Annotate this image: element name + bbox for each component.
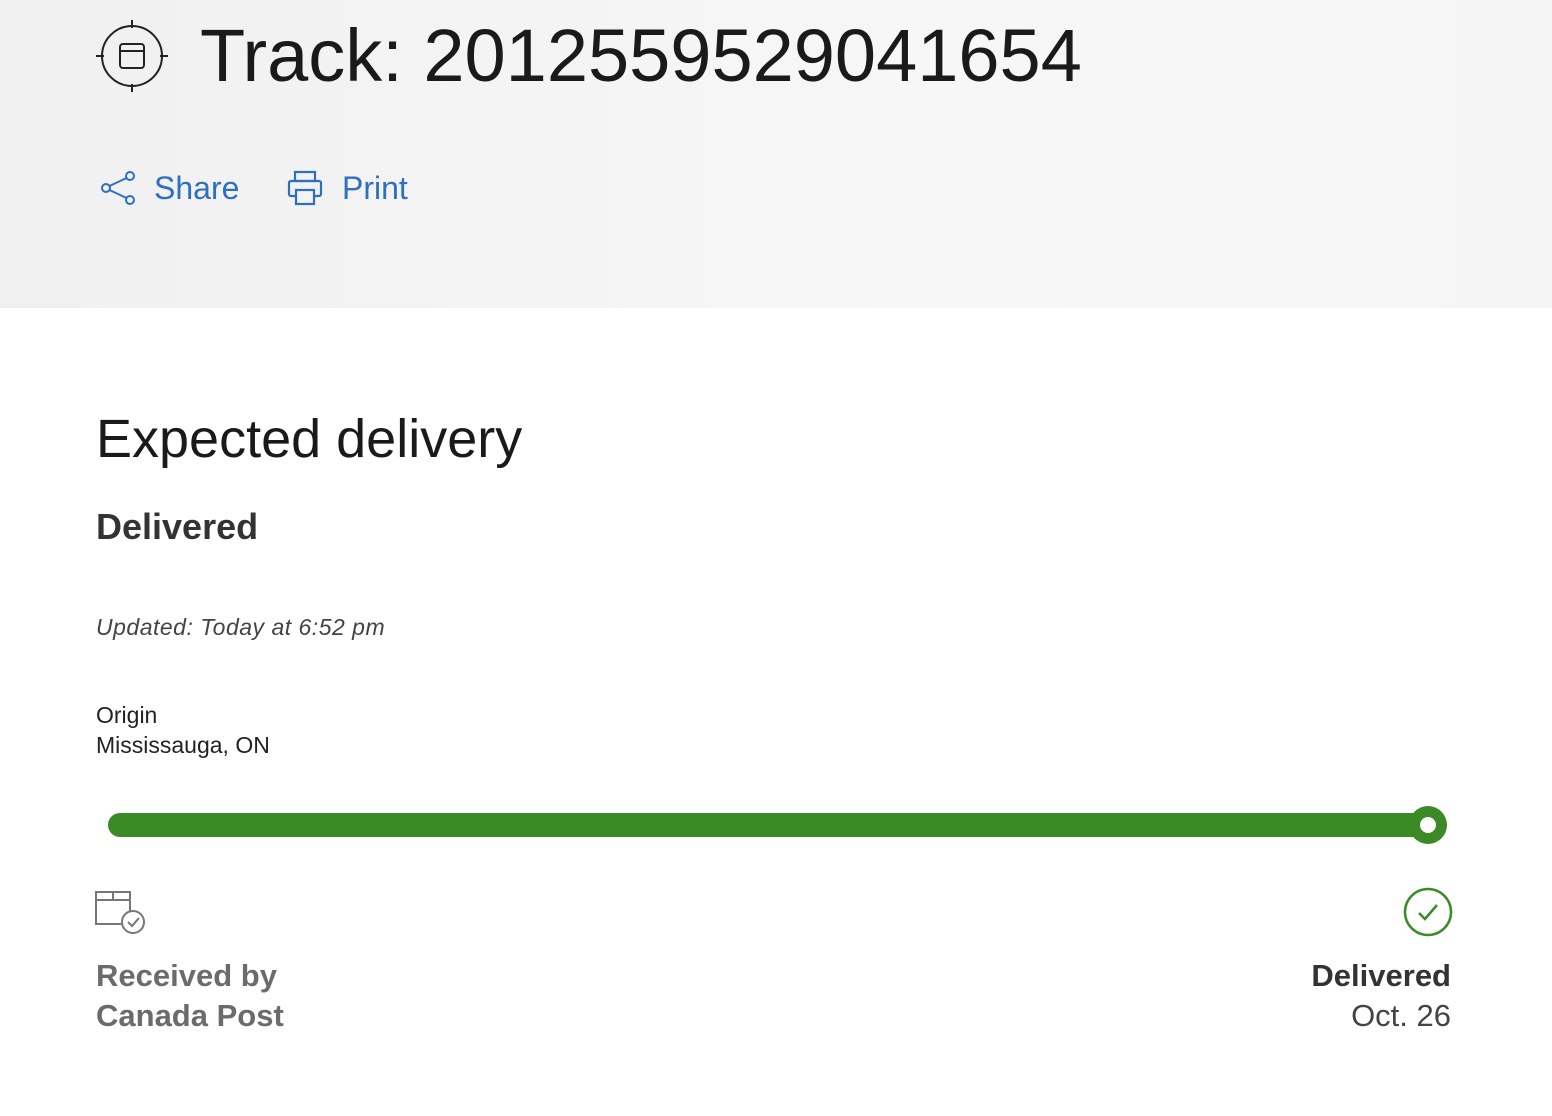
tracking-header: Track: 2012559529041654 Share Print bbox=[0, 0, 1552, 308]
share-icon bbox=[101, 171, 135, 205]
origin-value: Mississauga, ON bbox=[96, 732, 270, 758]
tracking-target-icon bbox=[96, 20, 168, 92]
received-line2: Canada Post bbox=[96, 998, 284, 1033]
delivered-label: Delivered bbox=[1311, 958, 1451, 993]
share-button[interactable]: Share bbox=[100, 166, 239, 210]
received-line1: Received by bbox=[96, 958, 277, 993]
updated-timestamp: Updated: Today at 6:52 pm bbox=[96, 614, 386, 640]
expected-delivery-heading: Expected delivery bbox=[96, 409, 523, 469]
delivery-status: Delivered bbox=[96, 506, 259, 547]
received-step: Received by Canada Post bbox=[96, 956, 284, 1036]
delivered-date: Oct. 26 bbox=[1351, 998, 1451, 1033]
printer-icon bbox=[287, 170, 323, 206]
print-button[interactable]: Print bbox=[286, 166, 408, 210]
delivery-progress-bar bbox=[108, 806, 1447, 844]
progress-end-marker-center bbox=[1420, 817, 1436, 833]
package-check-icon bbox=[95, 891, 145, 934]
share-label: Share bbox=[154, 169, 240, 206]
check-circle-icon bbox=[1403, 887, 1453, 937]
origin-label: Origin bbox=[96, 702, 158, 728]
print-label: Print bbox=[342, 169, 408, 206]
delivered-step: Delivered Oct. 26 bbox=[1311, 956, 1451, 1036]
page-title: Track: 2012559529041654 bbox=[200, 14, 1082, 97]
